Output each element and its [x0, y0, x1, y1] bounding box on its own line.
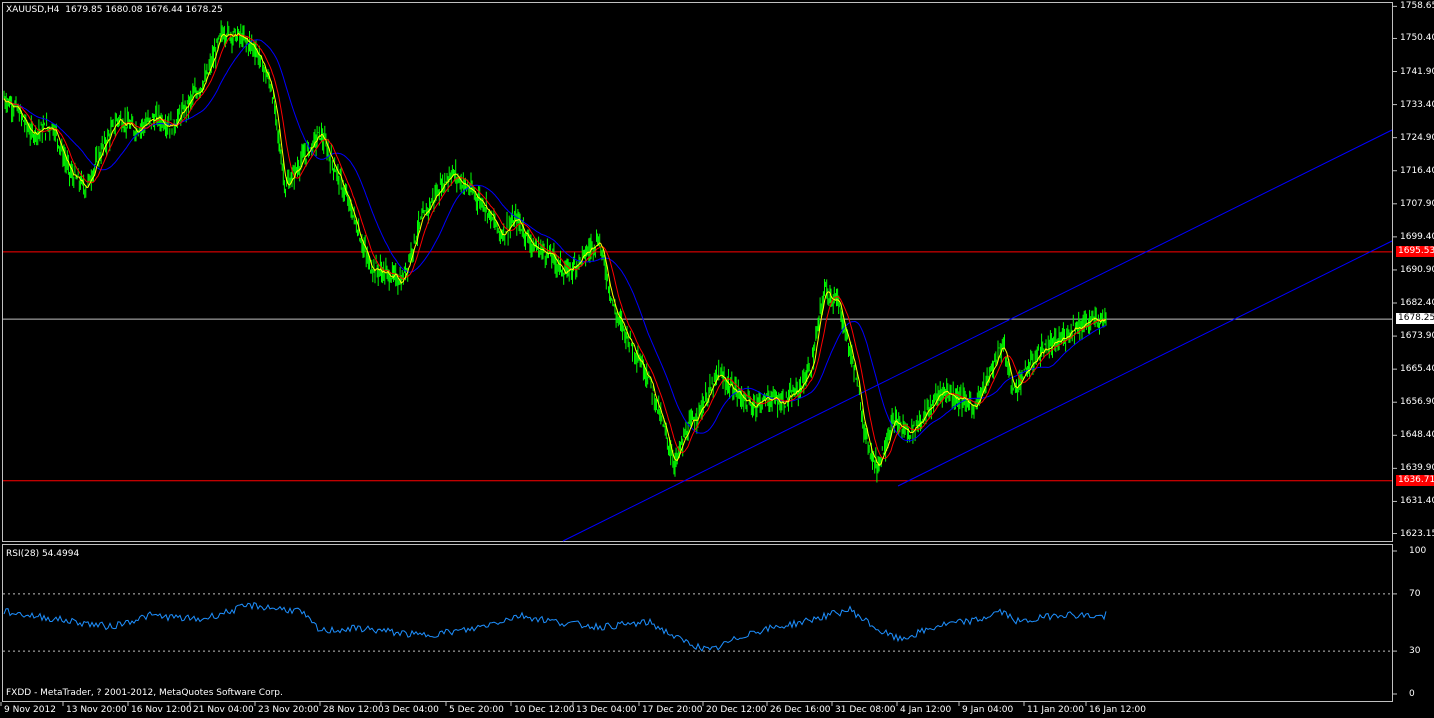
time-tick-label: 16 Nov 12:00: [131, 705, 192, 715]
copyright-label: FXDD - MetaTrader, ? 2001-2012, MetaQuot…: [6, 688, 283, 698]
level-price-tag: 1695.53: [1396, 245, 1434, 257]
chart-background: [0, 0, 1434, 718]
ohlc-label: 1679.85 1680.08 1676.44 1678.25: [65, 5, 223, 15]
time-tick-label: 16 Jan 12:00: [1089, 705, 1146, 715]
level-price-tag: 1636.71: [1396, 474, 1434, 486]
rsi-tick-label: 100: [1409, 546, 1427, 556]
time-tick-label: 26 Dec 16:00: [770, 705, 831, 715]
price-tick-label: 1648.40: [1400, 430, 1434, 441]
time-tick-label: 17 Dec 20:00: [642, 705, 703, 715]
price-tick-label: 1699.40: [1400, 231, 1434, 242]
price-tick-label: 1673.90: [1400, 331, 1434, 342]
time-tick-label: 9 Nov 2012: [4, 705, 56, 715]
time-tick-label: 9 Jan 04:00: [962, 705, 1014, 715]
time-tick-label: 10 Dec 12:00: [514, 705, 575, 715]
price-tick-label: 1724.90: [1400, 132, 1434, 143]
time-tick-label: 28 Nov 12:00: [323, 705, 384, 715]
symbol-label: XAUUSD,H4: [6, 5, 60, 15]
price-tick-label: 1639.90: [1400, 463, 1434, 474]
time-tick-label: 20 Dec 12:00: [706, 705, 767, 715]
time-tick-label: 5 Dec 20:00: [449, 705, 504, 715]
time-tick-label: 3 Dec 04:00: [384, 705, 439, 715]
rsi-tick-label: 0: [1409, 689, 1415, 699]
time-tick-label: 31 Dec 08:00: [835, 705, 896, 715]
price-tick-label: 1733.40: [1400, 99, 1434, 110]
rsi-tick-label: 30: [1409, 646, 1421, 657]
price-tick-label: 1741.90: [1400, 66, 1434, 77]
chart-window[interactable]: [0, 0, 1434, 718]
price-tick-label: 1758.65: [1400, 1, 1434, 12]
price-tick-label: 1707.90: [1400, 198, 1434, 209]
time-tick-label: 23 Nov 20:00: [258, 705, 319, 715]
price-tick-label: 1716.40: [1400, 165, 1434, 176]
time-tick-label: 13 Nov 20:00: [66, 705, 127, 715]
current-price-tag: 1678.25: [1396, 313, 1434, 325]
price-tick-label: 1631.40: [1400, 496, 1434, 507]
price-tick-label: 1690.90: [1400, 264, 1434, 275]
time-tick-label: 21 Nov 04:00: [193, 705, 254, 715]
rsi-tick-label: 70: [1409, 588, 1421, 599]
chart-title: XAUUSD,H4 1679.85 1680.08 1676.44 1678.2…: [6, 5, 223, 15]
price-tick-label: 1682.40: [1400, 298, 1434, 308]
time-tick-label: 13 Dec 04:00: [576, 705, 637, 715]
time-tick-label: 4 Jan 12:00: [900, 705, 952, 715]
price-tick-label: 1623.15: [1400, 528, 1434, 539]
price-tick-label: 1665.40: [1400, 364, 1434, 375]
price-tick-label: 1656.90: [1400, 397, 1434, 408]
price-tick-label: 1750.40: [1400, 33, 1434, 44]
time-tick-label: 11 Jan 20:00: [1027, 705, 1084, 715]
rsi-label: RSI(28) 54.4994: [6, 549, 80, 559]
